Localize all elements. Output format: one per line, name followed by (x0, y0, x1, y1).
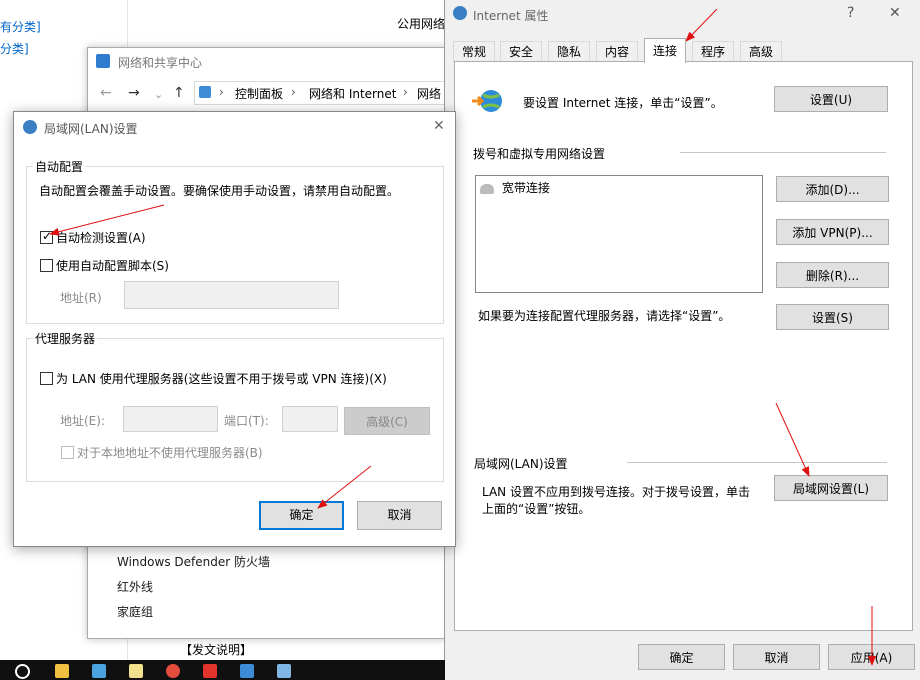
breadcrumb-item[interactable]: 网络和 Internet (309, 85, 396, 102)
breadcrumb-separator-icon: › (219, 85, 224, 99)
section-divider (627, 462, 887, 463)
lan-desc-line2: 上面的“设置”按钮。 (482, 502, 591, 516)
port-label: 端口(T): (224, 414, 269, 428)
cancel-button[interactable]: 取消 (733, 644, 820, 670)
forward-arrow-icon[interactable]: → (128, 85, 140, 101)
tab-content[interactable]: 内容 (596, 41, 639, 62)
tab-advanced[interactable]: 高级 (740, 41, 783, 62)
tab-connections[interactable]: 连接 (644, 38, 687, 63)
port-input[interactable] (282, 406, 338, 432)
broadband-icon (480, 183, 494, 194)
internet-options-icon[interactable] (277, 664, 291, 678)
control-panel-icon[interactable] (240, 664, 254, 678)
public-network-label: 公用网络 (397, 17, 446, 31)
tab-programs[interactable]: 程序 (692, 41, 735, 62)
connections-list[interactable]: 宽带连接 (475, 175, 763, 293)
section-divider (680, 152, 886, 153)
script-address-input[interactable] (124, 281, 339, 309)
proxy-hint-text: 如果要为连接配置代理服务器，请选择“设置”。 (478, 309, 731, 323)
use-proxy-label[interactable]: 为 LAN 使用代理服务器(这些设置不用于拨号或 VPN 连接)(X) (56, 370, 387, 387)
breadcrumb-item[interactable]: 网络 (417, 85, 441, 102)
lan-section-label: 局域网(LAN)设置 (474, 457, 568, 471)
advanced-button[interactable]: 高级(C) (344, 407, 430, 435)
bypass-local-checkbox[interactable] (61, 446, 74, 459)
network-icon[interactable] (92, 664, 106, 678)
connections-panel: 要设置 Internet 连接，单击“设置”。 设置(U) 拨号和虚拟专用网络设… (454, 61, 913, 631)
tab-general[interactable]: 常规 (453, 41, 496, 62)
setup-text: 要设置 Internet 连接，单击“设置”。 (523, 96, 723, 110)
footer-link[interactable]: 【发文说明】 (180, 641, 252, 658)
start-circle-icon[interactable] (15, 664, 30, 679)
auto-detect-checkbox[interactable]: ✓ (40, 229, 53, 244)
dialog-title: 局域网(LAN)设置 (44, 122, 138, 136)
settings-button[interactable]: 设置(S) (776, 304, 889, 330)
tab-privacy[interactable]: 隐私 (548, 41, 591, 62)
list-item[interactable]: 宽带连接 (480, 179, 550, 196)
add-vpn-button[interactable]: 添加 VPN(P)... (776, 219, 889, 245)
globe-icon (453, 6, 467, 20)
up-arrow-icon[interactable]: ↑ (173, 85, 185, 101)
use-script-checkbox[interactable] (40, 259, 53, 272)
setup-button[interactable]: 设置(U) (774, 86, 888, 112)
globe-icon (23, 120, 37, 134)
breadcrumb-item[interactable]: 控制面板 (235, 85, 283, 102)
category-link[interactable]: 有分类] (0, 18, 41, 35)
use-proxy-checkbox[interactable] (40, 372, 53, 385)
file-explorer-icon[interactable] (55, 664, 69, 678)
address-bar[interactable]: › 控制面板 › 网络和 Internet › 网络 (194, 81, 448, 105)
proxy-address-label: 地址(E): (60, 414, 105, 428)
ok-button[interactable]: 确定 (259, 501, 344, 530)
taskbar (0, 660, 445, 680)
remove-button[interactable]: 删除(R)... (776, 262, 889, 288)
lan-settings-button[interactable]: 局域网设置(L) (774, 475, 888, 501)
control-panel-icon (199, 86, 211, 98)
checkmark-icon: ✓ (42, 229, 53, 243)
auto-detect-label[interactable]: 自动检测设置(A) (56, 229, 146, 246)
dialup-section-label: 拨号和虚拟专用网络设置 (473, 147, 606, 161)
sidebar-link-infrared[interactable]: 红外线 (117, 578, 153, 595)
use-script-label[interactable]: 使用自动配置脚本(S) (56, 257, 169, 274)
lan-desc-line1: LAN 设置不应用到拨号连接。对于拨号设置，单击 (482, 485, 750, 499)
bypass-local-label[interactable]: 对于本地地址不使用代理服务器(B) (77, 444, 263, 461)
cancel-button[interactable]: 取消 (357, 501, 442, 530)
breadcrumb-separator-icon: › (291, 85, 296, 99)
sidebar-link-firewall[interactable]: Windows Defender 防火墙 (117, 553, 270, 570)
notepad-icon[interactable] (129, 664, 143, 678)
back-arrow-icon[interactable]: ← (100, 85, 112, 101)
internet-properties-dialog: Internet 属性 ? ✕ 常规 安全 隐私 内容 连接 程序 高级 要设置… (444, 0, 920, 680)
ok-button[interactable]: 确定 (638, 644, 725, 670)
connection-name: 宽带连接 (501, 181, 550, 195)
auto-config-label: 自动配置 (33, 158, 86, 175)
network-icon (96, 54, 110, 68)
history-dropdown-icon[interactable]: ⌄ (154, 88, 163, 101)
close-button[interactable]: ✕ (433, 118, 445, 134)
apply-button[interactable]: 应用(A) (828, 644, 915, 670)
lan-settings-dialog: 局域网(LAN)设置 ✕ 自动配置 自动配置会覆盖手动设置。要确保使用手动设置，… (13, 111, 456, 547)
category-link[interactable]: 分类] (0, 40, 29, 57)
proxy-group-label: 代理服务器 (33, 330, 98, 347)
chrome-icon[interactable] (166, 664, 180, 678)
proxy-address-input[interactable] (123, 406, 218, 432)
add-button[interactable]: 添加(D)... (776, 176, 889, 202)
window-title: 网络和共享中心 (118, 56, 203, 70)
close-button[interactable]: ✕ (889, 5, 901, 21)
breadcrumb-separator-icon: › (403, 85, 408, 99)
sidebar-link-homegroup[interactable]: 家庭组 (117, 603, 153, 620)
script-address-label: 地址(R) (60, 291, 102, 305)
internet-setup-icon (472, 90, 502, 112)
tab-security[interactable]: 安全 (500, 41, 543, 62)
help-button[interactable]: ? (847, 5, 854, 21)
auto-config-desc: 自动配置会覆盖手动设置。要确保使用手动设置，请禁用自动配置。 (39, 184, 400, 198)
h-app-icon[interactable] (203, 664, 217, 678)
dialog-title: Internet 属性 (473, 9, 549, 23)
